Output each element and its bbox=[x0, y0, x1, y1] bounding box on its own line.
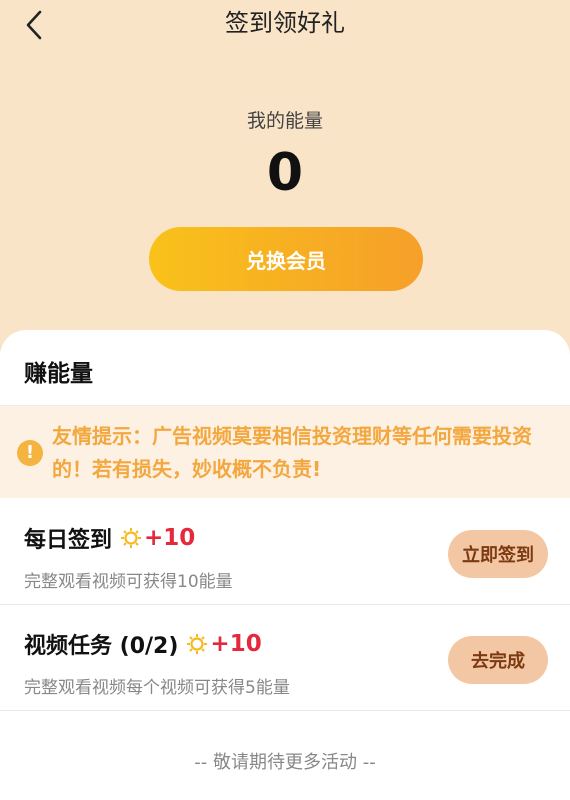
task-title: 每日签到 bbox=[24, 528, 113, 553]
sun-energy-icon bbox=[121, 528, 142, 548]
task-description: 完整观看视频每个视频可获得5能量 bbox=[24, 678, 290, 698]
divider bbox=[0, 710, 570, 711]
task-description: 完整观看视频可获得10能量 bbox=[24, 572, 233, 592]
header: 签到领好礼 bbox=[0, 0, 570, 48]
section-title: 赚能量 bbox=[24, 361, 93, 387]
task-title: 视频任务 (0/2) bbox=[24, 634, 179, 659]
redeem-membership-button[interactable]: 兑换会员 bbox=[149, 227, 423, 291]
task-name: 每日签到 +10 bbox=[24, 522, 195, 554]
earn-energy-card: 赚能量 ! 友情提示：广告视频莫要相信投资理财等任何需要投资的！若有损失，妙收概… bbox=[0, 330, 570, 800]
task-item-video-task: 视频任务 (0/2) +10 完整观看视频每个视频可获得5能量 去完成 bbox=[0, 606, 570, 711]
page-title: 签到领好礼 bbox=[225, 9, 345, 37]
task-points: +10 bbox=[210, 631, 262, 657]
sun-energy-icon bbox=[187, 634, 208, 654]
warning-icon: ! bbox=[17, 440, 43, 466]
notice-text: 友情提示：广告视频莫要相信投资理财等任何需要投资的！若有损失，妙收概不负责! bbox=[52, 424, 532, 481]
task-item-daily-checkin: 每日签到 +10 完整观看视频可获得10能量 立即签到 bbox=[0, 500, 570, 605]
energy-value: 0 bbox=[266, 143, 304, 203]
go-complete-button[interactable]: 去完成 bbox=[448, 636, 548, 684]
notice-banner: ! 友情提示：广告视频莫要相信投资理财等任何需要投资的！若有损失，妙收概不负责! bbox=[0, 406, 570, 498]
task-name: 视频任务 (0/2) +10 bbox=[24, 628, 262, 660]
task-points: +10 bbox=[144, 525, 196, 551]
more-activities-text: -- 敬请期待更多活动 -- bbox=[194, 752, 376, 773]
checkin-now-button[interactable]: 立即签到 bbox=[448, 530, 548, 578]
energy-label: 我的能量 bbox=[246, 110, 323, 132]
divider bbox=[0, 604, 570, 605]
